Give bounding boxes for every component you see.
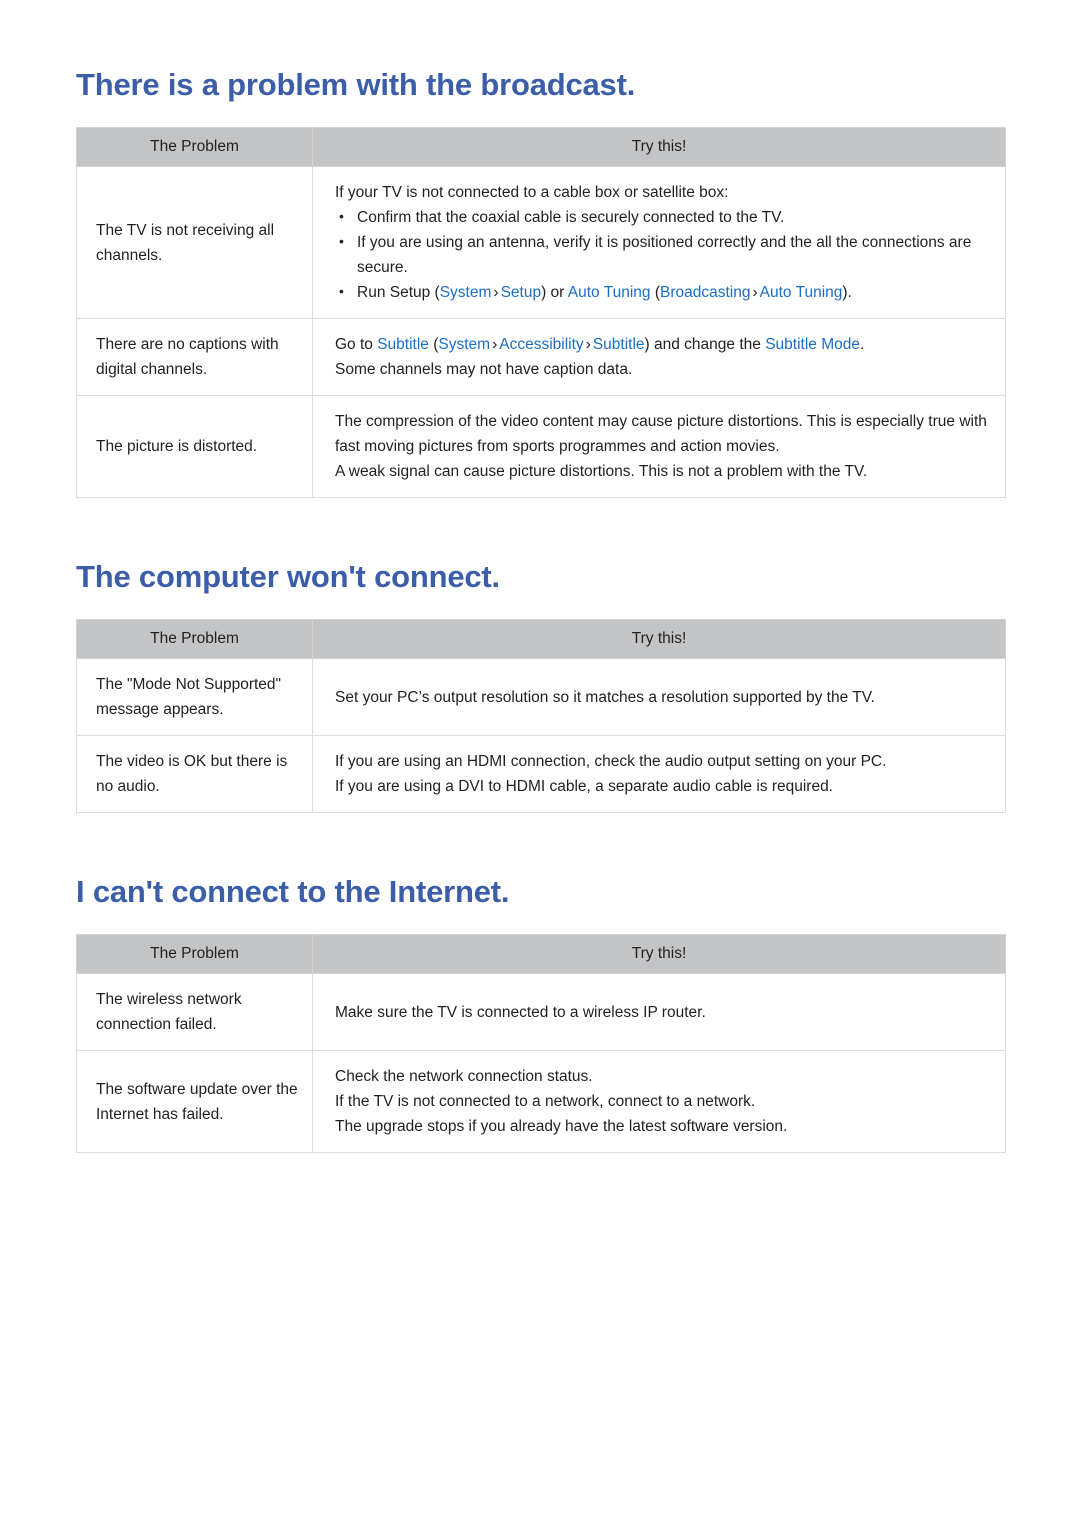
problem-cell: The TV is not receiving all channels.	[76, 166, 313, 320]
troubleshooting-table-computer: The Problem Try this! The "Mode Not Supp…	[76, 619, 1006, 814]
plain-text: ) or	[541, 284, 568, 302]
solution-line: Some channels may not have caption data.	[335, 361, 633, 379]
column-header-problem: The Problem	[76, 934, 313, 975]
solution-cell: The compression of the video content may…	[312, 395, 1006, 499]
solution-line: Go to Subtitle (System › Accessibility › Sub…	[335, 332, 987, 357]
column-header-try-this: Try this!	[312, 934, 1006, 975]
solution-line: The upgrade stops if you already have th…	[335, 1118, 788, 1136]
menu-path-link: Subtitle	[592, 336, 645, 354]
table-row: There are no captions with digital chann…	[76, 318, 1006, 397]
section-internet: I can't connect to the Internet. The Pro…	[76, 813, 1006, 1154]
problem-cell: The software update over the Internet ha…	[76, 1050, 313, 1154]
list-item-text: If you are using an antenna, verify it i…	[357, 234, 972, 277]
table-row: The software update over the Internet ha…	[76, 1050, 1006, 1154]
path-separator-icon: ›	[492, 336, 498, 354]
path-separator-icon: ›	[493, 284, 499, 302]
plain-text: ).	[842, 284, 852, 302]
list-item: If you are using an antenna, verify it i…	[335, 229, 987, 280]
menu-path-link: System	[439, 284, 492, 302]
table-header-row: The Problem Try this!	[76, 127, 1006, 168]
list-item: Confirm that the coaxial cable is secure…	[335, 204, 987, 230]
solution-line: Set your PC’s output resolution so it ma…	[335, 688, 875, 706]
solution-line: The compression of the video content may…	[335, 413, 987, 456]
menu-path-link: Auto Tuning	[759, 284, 843, 302]
table-row: The TV is not receiving all channels. If…	[76, 166, 1006, 320]
section-heading-computer: The computer won't connect.	[76, 559, 500, 595]
solution-line: If the TV is not connected to a network,…	[335, 1093, 756, 1111]
solution-line: If you are using a DVI to HDMI cable, a …	[335, 778, 833, 796]
solution-line-text: Go to Subtitle (System › Accessibility › Sub…	[335, 336, 864, 353]
problem-cell: The picture is distorted.	[76, 395, 313, 499]
plain-text: Go to	[335, 336, 378, 354]
menu-path-link: Accessibility	[499, 336, 584, 354]
solution-cell: If you are using an HDMI connection, che…	[312, 735, 1006, 814]
menu-path-link: Setup	[500, 284, 542, 302]
solution-intro: If your TV is not connected to a cable b…	[335, 184, 729, 202]
menu-path-link: Broadcasting	[660, 284, 751, 302]
section-heading-broadcast: There is a problem with the broadcast.	[76, 67, 636, 102]
solution-cell: Set your PC’s output resolution so it ma…	[312, 658, 1006, 737]
table-row: The "Mode Not Supported" message appears…	[76, 658, 1006, 737]
table-row: The video is OK but there is no audio. I…	[76, 735, 1006, 814]
column-header-problem: The Problem	[76, 619, 313, 660]
solution-cell: Make sure the TV is connected to a wirel…	[312, 973, 1006, 1052]
column-header-try-this: Try this!	[312, 127, 1006, 168]
menu-path-link: Auto Tuning	[567, 284, 651, 302]
problem-cell: There are no captions with digital chann…	[76, 318, 313, 397]
section-broadcast: There is a problem with the broadcast. T…	[76, 0, 1006, 499]
solution-cell: Go to Subtitle (System › Accessibility › Sub…	[312, 318, 1006, 397]
column-header-try-this: Try this!	[312, 619, 1006, 660]
table-header-row: The Problem Try this!	[76, 934, 1006, 975]
list-item: Run Setup (System›Setup) or Auto Tuning …	[335, 279, 987, 305]
path-separator-icon: ›	[752, 284, 758, 302]
troubleshooting-table-internet: The Problem Try this! The wireless netwo…	[76, 934, 1006, 1154]
menu-path-link: System	[438, 336, 491, 354]
document-page: There is a problem with the broadcast. T…	[0, 0, 1080, 1527]
problem-cell: The "Mode Not Supported" message appears…	[76, 658, 313, 737]
solution-cell: Check the network connection status. If …	[312, 1050, 1006, 1154]
plain-text: (	[428, 336, 439, 354]
table-header-row: The Problem Try this!	[76, 619, 1006, 660]
list-item-text: Confirm that the coaxial cable is secure…	[357, 209, 785, 227]
solution-line: If you are using an HDMI connection, che…	[335, 753, 887, 771]
problem-cell: The video is OK but there is no audio.	[76, 735, 313, 814]
plain-text: Run Setup (	[357, 284, 440, 302]
solution-cell: If your TV is not connected to a cable b…	[312, 166, 1006, 320]
plain-text: ) and change the	[644, 336, 766, 354]
column-header-problem: The Problem	[76, 127, 313, 168]
section-computer: The computer won't connect. The Problem …	[76, 498, 1006, 814]
list-item-text: Run Setup (System › Setup) or Auto Tuning …	[357, 284, 852, 301]
table-row: The wireless network connection failed. …	[76, 973, 1006, 1052]
solution-line: Check the network connection status.	[335, 1068, 593, 1086]
plain-text: .	[859, 336, 865, 354]
solution-bullet-list: Confirm that the coaxial cable is secure…	[335, 204, 987, 305]
troubleshooting-table-broadcast: The Problem Try this! The TV is not rece…	[76, 127, 1006, 499]
section-heading-internet: I can't connect to the Internet.	[76, 874, 510, 910]
menu-path-link: Subtitle	[377, 336, 429, 354]
problem-cell: The wireless network connection failed.	[76, 973, 313, 1052]
solution-line: Make sure the TV is connected to a wirel…	[335, 1003, 706, 1021]
solution-line: A weak signal can cause picture distorti…	[335, 463, 868, 481]
table-row: The picture is distorted. The compressio…	[76, 395, 1006, 499]
plain-text: (	[650, 284, 660, 302]
menu-path-link: Subtitle Mode	[765, 336, 860, 354]
path-separator-icon: ›	[585, 336, 591, 354]
